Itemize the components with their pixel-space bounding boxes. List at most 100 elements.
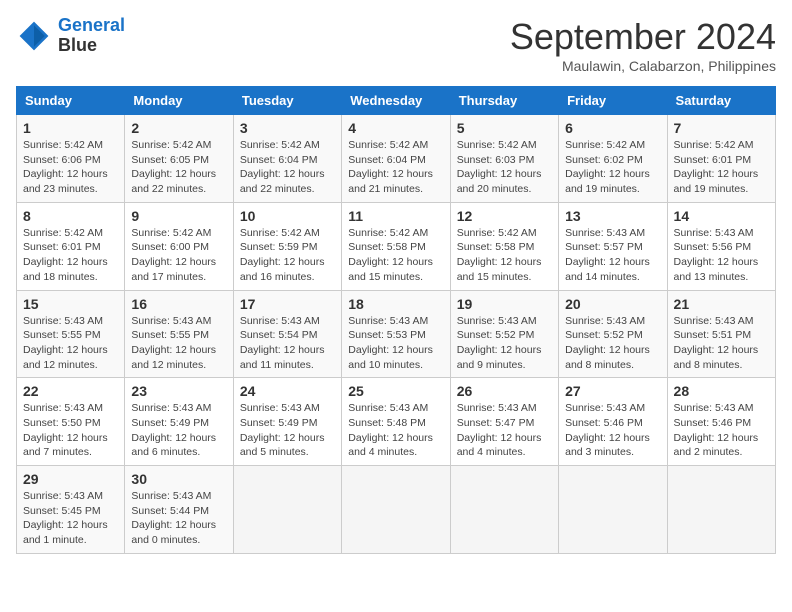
day-detail: Sunrise: 5:42 AMSunset: 6:00 PMDaylight:… [131,227,216,283]
day-number: 27 [565,383,660,399]
day-cell-26: 26 Sunrise: 5:43 AMSunset: 5:47 PMDaylig… [450,378,558,466]
day-cell-11: 11 Sunrise: 5:42 AMSunset: 5:58 PMDaylig… [342,202,450,290]
col-tuesday: Tuesday [233,87,341,115]
day-detail: Sunrise: 5:42 AMSunset: 6:04 PMDaylight:… [240,139,325,195]
day-detail: Sunrise: 5:43 AMSunset: 5:47 PMDaylight:… [457,402,542,458]
day-number: 30 [131,471,226,487]
day-number: 3 [240,120,335,136]
day-cell-27: 27 Sunrise: 5:43 AMSunset: 5:46 PMDaylig… [559,378,667,466]
empty-cell [233,466,341,554]
day-number: 28 [674,383,769,399]
day-cell-18: 18 Sunrise: 5:43 AMSunset: 5:53 PMDaylig… [342,290,450,378]
day-detail: Sunrise: 5:42 AMSunset: 6:03 PMDaylight:… [457,139,542,195]
day-detail: Sunrise: 5:42 AMSunset: 5:59 PMDaylight:… [240,227,325,283]
day-detail: Sunrise: 5:42 AMSunset: 5:58 PMDaylight:… [348,227,433,283]
day-cell-13: 13 Sunrise: 5:43 AMSunset: 5:57 PMDaylig… [559,202,667,290]
day-cell-5: 5 Sunrise: 5:42 AMSunset: 6:03 PMDayligh… [450,115,558,203]
day-detail: Sunrise: 5:43 AMSunset: 5:52 PMDaylight:… [565,315,650,371]
day-detail: Sunrise: 5:43 AMSunset: 5:54 PMDaylight:… [240,315,325,371]
logo-line1: General [58,15,125,35]
weekday-header-row: Sunday Monday Tuesday Wednesday Thursday… [17,87,776,115]
day-number: 6 [565,120,660,136]
logo-line2: Blue [58,36,125,56]
title-block: September 2024 Maulawin, Calabarzon, Phi… [510,16,776,74]
day-cell-12: 12 Sunrise: 5:42 AMSunset: 5:58 PMDaylig… [450,202,558,290]
day-detail: Sunrise: 5:43 AMSunset: 5:55 PMDaylight:… [131,315,216,371]
day-number: 12 [457,208,552,224]
day-detail: Sunrise: 5:43 AMSunset: 5:46 PMDaylight:… [674,402,759,458]
empty-cell [450,466,558,554]
logo-icon [16,18,52,54]
day-number: 11 [348,208,443,224]
day-number: 24 [240,383,335,399]
col-wednesday: Wednesday [342,87,450,115]
month-title: September 2024 [510,16,776,58]
day-detail: Sunrise: 5:42 AMSunset: 6:01 PMDaylight:… [674,139,759,195]
day-number: 13 [565,208,660,224]
day-number: 15 [23,296,118,312]
day-cell-14: 14 Sunrise: 5:43 AMSunset: 5:56 PMDaylig… [667,202,775,290]
day-cell-20: 20 Sunrise: 5:43 AMSunset: 5:52 PMDaylig… [559,290,667,378]
day-cell-17: 17 Sunrise: 5:43 AMSunset: 5:54 PMDaylig… [233,290,341,378]
day-detail: Sunrise: 5:43 AMSunset: 5:57 PMDaylight:… [565,227,650,283]
day-detail: Sunrise: 5:42 AMSunset: 6:06 PMDaylight:… [23,139,108,195]
col-sunday: Sunday [17,87,125,115]
day-cell-16: 16 Sunrise: 5:43 AMSunset: 5:55 PMDaylig… [125,290,233,378]
day-cell-19: 19 Sunrise: 5:43 AMSunset: 5:52 PMDaylig… [450,290,558,378]
day-cell-21: 21 Sunrise: 5:43 AMSunset: 5:51 PMDaylig… [667,290,775,378]
week-row-2: 8 Sunrise: 5:42 AMSunset: 6:01 PMDayligh… [17,202,776,290]
calendar-table: Sunday Monday Tuesday Wednesday Thursday… [16,86,776,554]
day-number: 21 [674,296,769,312]
day-cell-22: 22 Sunrise: 5:43 AMSunset: 5:50 PMDaylig… [17,378,125,466]
day-detail: Sunrise: 5:42 AMSunset: 6:05 PMDaylight:… [131,139,216,195]
day-detail: Sunrise: 5:43 AMSunset: 5:44 PMDaylight:… [131,490,216,546]
day-cell-6: 6 Sunrise: 5:42 AMSunset: 6:02 PMDayligh… [559,115,667,203]
day-cell-9: 9 Sunrise: 5:42 AMSunset: 6:00 PMDayligh… [125,202,233,290]
day-detail: Sunrise: 5:42 AMSunset: 5:58 PMDaylight:… [457,227,542,283]
day-number: 7 [674,120,769,136]
day-detail: Sunrise: 5:43 AMSunset: 5:45 PMDaylight:… [23,490,108,546]
week-row-3: 15 Sunrise: 5:43 AMSunset: 5:55 PMDaylig… [17,290,776,378]
col-monday: Monday [125,87,233,115]
day-cell-24: 24 Sunrise: 5:43 AMSunset: 5:49 PMDaylig… [233,378,341,466]
day-number: 23 [131,383,226,399]
page-header: General Blue September 2024 Maulawin, Ca… [16,16,776,74]
col-thursday: Thursday [450,87,558,115]
day-detail: Sunrise: 5:43 AMSunset: 5:51 PMDaylight:… [674,315,759,371]
logo-text: General Blue [58,16,125,56]
day-cell-2: 2 Sunrise: 5:42 AMSunset: 6:05 PMDayligh… [125,115,233,203]
day-detail: Sunrise: 5:43 AMSunset: 5:53 PMDaylight:… [348,315,433,371]
day-number: 22 [23,383,118,399]
day-number: 29 [23,471,118,487]
day-detail: Sunrise: 5:43 AMSunset: 5:50 PMDaylight:… [23,402,108,458]
day-cell-7: 7 Sunrise: 5:42 AMSunset: 6:01 PMDayligh… [667,115,775,203]
col-friday: Friday [559,87,667,115]
location: Maulawin, Calabarzon, Philippines [510,58,776,74]
day-number: 16 [131,296,226,312]
day-cell-28: 28 Sunrise: 5:43 AMSunset: 5:46 PMDaylig… [667,378,775,466]
day-number: 19 [457,296,552,312]
day-detail: Sunrise: 5:43 AMSunset: 5:48 PMDaylight:… [348,402,433,458]
day-number: 10 [240,208,335,224]
empty-cell [342,466,450,554]
day-number: 17 [240,296,335,312]
day-number: 8 [23,208,118,224]
week-row-5: 29 Sunrise: 5:43 AMSunset: 5:45 PMDaylig… [17,466,776,554]
day-number: 14 [674,208,769,224]
day-number: 26 [457,383,552,399]
day-detail: Sunrise: 5:42 AMSunset: 6:01 PMDaylight:… [23,227,108,283]
day-number: 25 [348,383,443,399]
week-row-4: 22 Sunrise: 5:43 AMSunset: 5:50 PMDaylig… [17,378,776,466]
day-detail: Sunrise: 5:43 AMSunset: 5:52 PMDaylight:… [457,315,542,371]
empty-cell [667,466,775,554]
day-cell-23: 23 Sunrise: 5:43 AMSunset: 5:49 PMDaylig… [125,378,233,466]
day-detail: Sunrise: 5:43 AMSunset: 5:55 PMDaylight:… [23,315,108,371]
day-number: 2 [131,120,226,136]
day-cell-1: 1 Sunrise: 5:42 AMSunset: 6:06 PMDayligh… [17,115,125,203]
day-number: 20 [565,296,660,312]
logo: General Blue [16,16,125,56]
day-cell-10: 10 Sunrise: 5:42 AMSunset: 5:59 PMDaylig… [233,202,341,290]
week-row-1: 1 Sunrise: 5:42 AMSunset: 6:06 PMDayligh… [17,115,776,203]
day-cell-29: 29 Sunrise: 5:43 AMSunset: 5:45 PMDaylig… [17,466,125,554]
col-saturday: Saturday [667,87,775,115]
